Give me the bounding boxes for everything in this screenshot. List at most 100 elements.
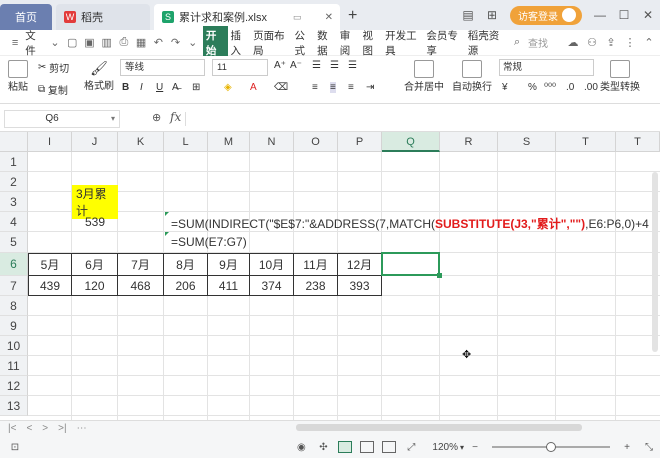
month-value-cell[interactable]: 393 — [338, 276, 382, 296]
grow-font-button[interactable]: A⁺ — [274, 60, 286, 71]
vertical-scrollbar[interactable] — [652, 172, 658, 352]
customize-chevron-icon[interactable]: ⌄ — [186, 35, 200, 51]
column-header[interactable]: T — [556, 132, 616, 152]
zoom-level[interactable]: 120% — [432, 442, 458, 453]
currency-icon[interactable]: ¥ — [502, 82, 508, 93]
align-right-icon[interactable]: ≡ — [348, 82, 354, 93]
first-sheet-icon[interactable]: |< — [8, 423, 16, 434]
align-left-icon[interactable]: ≡ — [312, 82, 318, 93]
decrease-decimal-icon[interactable]: .00 — [584, 82, 598, 93]
print-preview-icon[interactable]: ▦ — [134, 35, 148, 51]
minimize-icon[interactable]: — — [588, 8, 612, 22]
next-sheet-icon[interactable]: > — [42, 423, 48, 434]
thousands-icon[interactable]: ⁰⁰⁰ — [544, 82, 556, 93]
column-header[interactable]: Q — [382, 132, 440, 152]
menu-file[interactable]: 文件 — [25, 28, 44, 58]
undo-icon[interactable]: ↶ — [151, 35, 165, 51]
share-icon[interactable]: ⇪ — [603, 35, 619, 51]
type-convert-button[interactable]: 类型转换 — [600, 60, 640, 93]
eye-protection-icon[interactable]: ◉ — [294, 440, 308, 454]
row-header[interactable]: 9 — [0, 316, 28, 336]
maximize-icon[interactable]: ☐ — [612, 8, 636, 22]
print-icon[interactable]: ⎙ — [117, 35, 131, 51]
row-header[interactable]: 10 — [0, 336, 28, 356]
font-color-icon[interactable]: A — [250, 82, 257, 93]
align-bottom-icon[interactable]: ☰ — [348, 60, 357, 71]
month-header-cell[interactable]: 12月 — [338, 253, 382, 276]
tab-home[interactable]: 首页 — [0, 4, 52, 30]
align-top-icon[interactable]: ☰ — [312, 60, 321, 71]
menu-page-layout[interactable]: 页面布局 — [253, 28, 290, 58]
menu-review[interactable]: 审阅 — [340, 28, 359, 58]
page-break-view-icon[interactable] — [382, 441, 397, 453]
hamburger-icon[interactable]: ≡ — [8, 35, 22, 51]
chevron-down-icon[interactable]: ▾ — [111, 111, 115, 127]
login-button[interactable]: 访客登录 — [510, 5, 582, 25]
cut-button[interactable]: ✂ 剪切 — [38, 60, 69, 75]
fill-handle[interactable] — [437, 273, 442, 278]
zoom-slider-knob[interactable] — [546, 442, 556, 452]
formula-input[interactable] — [188, 110, 656, 128]
month-header-cell[interactable]: 8月 — [164, 253, 208, 276]
fill-color-icon[interactable]: ◈ — [224, 82, 232, 93]
menu-view[interactable]: 视图 — [362, 28, 381, 58]
month-header-cell[interactable]: 11月 — [294, 253, 338, 276]
column-header[interactable]: L — [164, 132, 208, 152]
strikethrough-button[interactable]: A̶ — [172, 82, 179, 93]
save-icon[interactable]: ▥ — [100, 35, 114, 51]
column-header[interactable]: J — [72, 132, 118, 152]
row-header[interactable]: 4 — [0, 212, 28, 232]
column-header[interactable]: K — [118, 132, 164, 152]
monitor-icon[interactable]: ▭ — [293, 12, 302, 23]
wrap-text-button[interactable]: 自动换行 — [452, 60, 492, 93]
month-value-cell[interactable]: 374 — [250, 276, 294, 296]
month-value-cell[interactable]: 439 — [28, 276, 72, 296]
column-header[interactable]: S — [498, 132, 556, 152]
redo-icon[interactable]: ↷ — [168, 35, 182, 51]
collapse-ribbon-icon[interactable]: ⌃ — [641, 35, 657, 51]
more-icon[interactable]: ⋮ — [622, 35, 638, 51]
zoom-formula-icon[interactable]: ⊕ — [152, 111, 161, 124]
column-header[interactable]: N — [250, 132, 294, 152]
fit-window-icon[interactable]: ⤡ — [642, 440, 656, 454]
reading-mode-icon[interactable]: ✣ — [316, 440, 330, 454]
column-header[interactable]: T — [616, 132, 660, 152]
align-middle-icon[interactable]: ☰ — [330, 60, 339, 71]
column-header[interactable]: P — [338, 132, 382, 152]
active-cell-q6[interactable] — [381, 252, 440, 276]
apps-icon[interactable]: ⊞ — [480, 8, 504, 22]
cell-j3-label[interactable]: 3月累计 — [72, 185, 118, 219]
clear-format-icon[interactable]: ⌫ — [274, 82, 288, 93]
close-tab-icon[interactable]: ✕ — [325, 12, 333, 23]
tab-document[interactable]: S 累计求和案例.xlsx ▭ ✕ — [154, 4, 340, 30]
align-center-icon[interactable]: ≡ — [330, 82, 336, 93]
zoom-out-icon[interactable]: − — [468, 440, 482, 454]
zoom-dropdown-icon[interactable]: ▾ — [460, 443, 464, 452]
menu-start[interactable]: 开始 — [202, 25, 228, 60]
row-header[interactable]: 5 — [0, 232, 28, 253]
chevron-down-icon[interactable]: ⌄ — [48, 35, 62, 51]
underline-button[interactable]: U — [156, 82, 163, 93]
menu-insert[interactable]: 插入 — [231, 28, 250, 58]
prev-sheet-icon[interactable]: < — [26, 423, 32, 434]
menu-member[interactable]: 会员专享 — [426, 28, 463, 58]
row-header[interactable]: 3 — [0, 192, 28, 212]
new-file-icon[interactable]: ▢ — [65, 35, 79, 51]
month-value-cell[interactable]: 238 — [294, 276, 338, 296]
month-header-cell[interactable]: 6月 — [72, 253, 118, 276]
menu-data[interactable]: 数据 — [317, 28, 336, 58]
cell-j4-value[interactable]: 539 — [72, 212, 118, 232]
layout-icon[interactable]: ▤ — [456, 8, 480, 22]
indent-icon[interactable]: ⇥ — [366, 82, 374, 93]
increase-decimal-icon[interactable]: .0 — [566, 82, 574, 93]
shrink-font-button[interactable]: A⁻ — [290, 60, 302, 71]
close-window-icon[interactable]: ✕ — [636, 8, 660, 22]
copy-button[interactable]: ⧉ 复制 — [38, 82, 68, 97]
row-header[interactable]: 11 — [0, 356, 28, 376]
zoom-slider[interactable] — [492, 442, 610, 452]
name-box[interactable]: Q6 ▾ — [4, 110, 120, 128]
tab-daoke[interactable]: W 稻壳 — [56, 4, 150, 30]
zoom-in-icon[interactable]: + — [620, 440, 634, 454]
menu-daoke-resources[interactable]: 稻壳资源 — [468, 28, 505, 58]
border-icon[interactable]: ⊞ — [192, 82, 200, 93]
